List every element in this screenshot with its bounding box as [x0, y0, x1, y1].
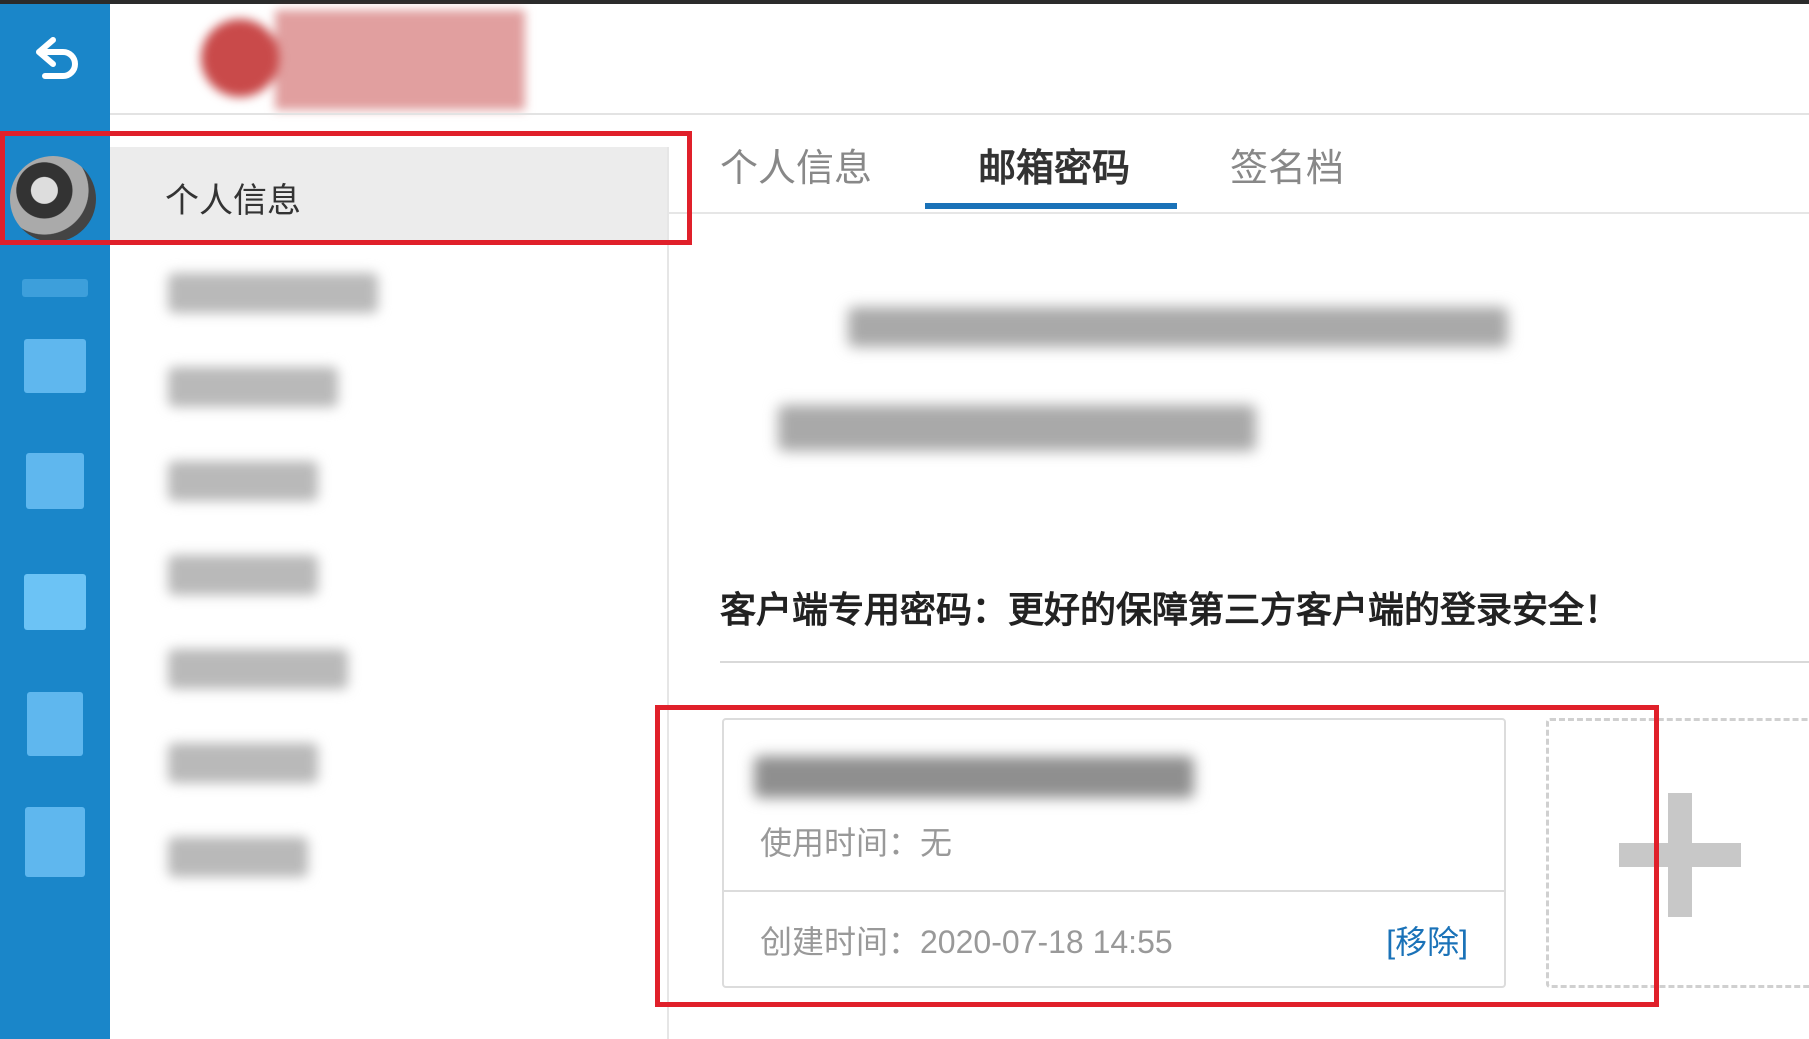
- password-info-line: [778, 405, 1256, 451]
- menu-item-5[interactable]: [110, 529, 667, 623]
- menu-item-2[interactable]: [110, 247, 667, 341]
- account-info-line: [848, 307, 1508, 347]
- menu-item-7[interactable]: [110, 717, 667, 811]
- menu-item-3[interactable]: [110, 341, 667, 435]
- folder-icon[interactable]: [18, 570, 92, 634]
- highlight-box-menu: [0, 131, 692, 245]
- settings-tabs: 个人信息 邮箱密码 签名档: [668, 115, 1809, 214]
- active-tab-indicator: [925, 203, 1177, 209]
- settings-menu: 个人信息: [110, 147, 669, 1039]
- tab-mailbox-password[interactable]: 邮箱密码: [978, 137, 1130, 192]
- highlight-box-card: [655, 705, 1659, 1007]
- window-top-border: [0, 0, 1809, 4]
- menu-item-8[interactable]: [110, 811, 667, 905]
- settings-icon[interactable]: [18, 692, 92, 756]
- tab-signature[interactable]: 签名档: [1230, 137, 1344, 192]
- brand-logo: [165, 10, 585, 110]
- tab-personal-info[interactable]: 个人信息: [720, 137, 872, 192]
- back-icon[interactable]: [18, 28, 92, 92]
- apps-icon[interactable]: [18, 807, 92, 877]
- menu-item-6[interactable]: [110, 623, 667, 717]
- contacts-icon[interactable]: [18, 334, 92, 398]
- section-divider: [720, 661, 1809, 663]
- client-password-heading: 客户端专用密码：更好的保障第三方客户端的登录安全！: [720, 589, 1621, 630]
- menu-item-4[interactable]: [110, 435, 667, 529]
- mail-icon[interactable]: [18, 256, 92, 320]
- calendar-icon[interactable]: [18, 449, 92, 513]
